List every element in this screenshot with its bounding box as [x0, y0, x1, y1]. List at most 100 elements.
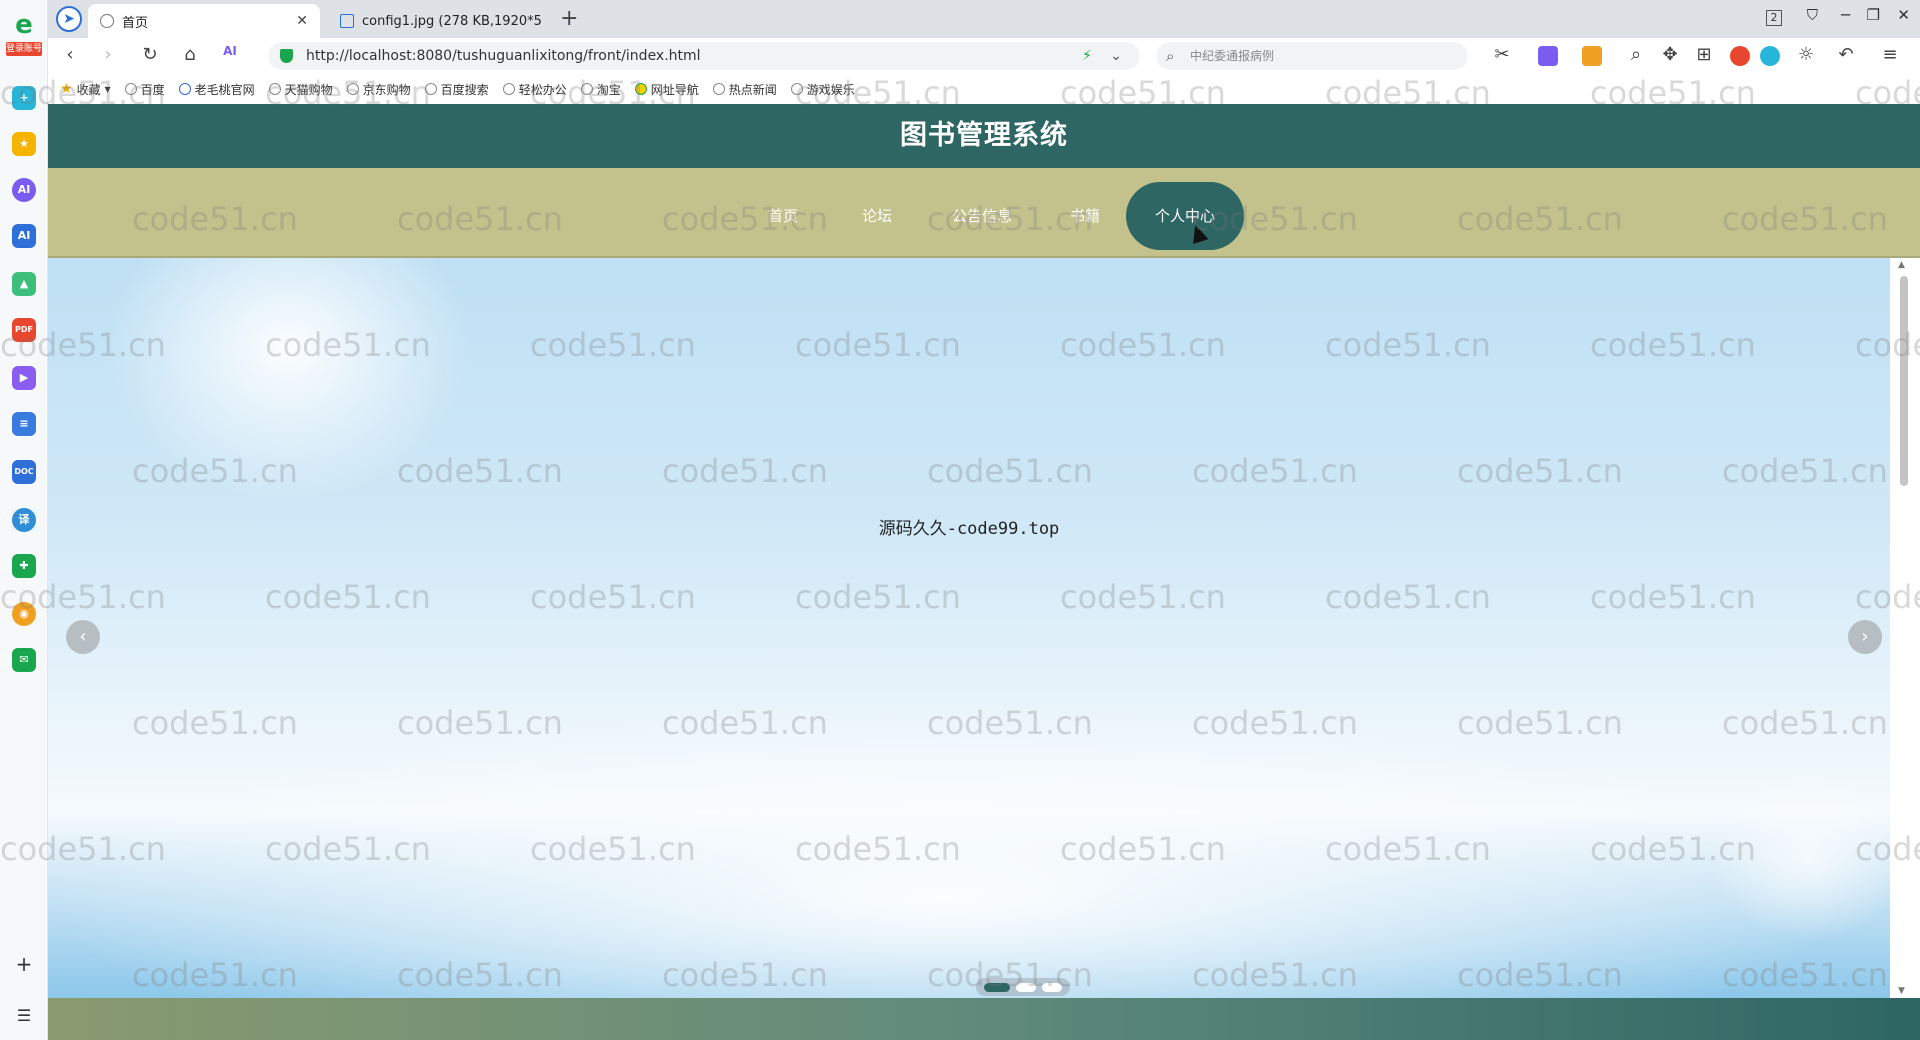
browser-ext-icon[interactable] — [1760, 46, 1780, 66]
tab-config-image[interactable]: config1.jpg (278 KB,1920*5 — [328, 4, 560, 38]
grid-icon[interactable]: ⊞ — [1692, 44, 1716, 65]
home-button[interactable]: ⌂ — [178, 44, 202, 65]
bookmark-item[interactable]: 百度 — [124, 81, 165, 98]
scissors-icon[interactable]: ✂ — [1490, 44, 1514, 65]
bookmark-item[interactable]: 老毛桃官网 — [178, 81, 255, 98]
close-tab-icon[interactable]: ✕ — [296, 13, 308, 29]
browser-logo[interactable]: e 登录账号 — [6, 10, 42, 56]
ai-box-icon[interactable]: AI — [12, 224, 36, 248]
bookmark-item[interactable]: 百度搜索 — [424, 81, 489, 98]
globe-icon — [712, 83, 725, 95]
globe-icon — [268, 83, 281, 95]
doc-icon[interactable]: DOC — [12, 460, 36, 484]
nav-item-home[interactable]: 首页 — [748, 182, 818, 250]
shield-ext-icon[interactable] — [1582, 46, 1602, 66]
list-icon[interactable]: ☰ — [12, 1004, 36, 1028]
image-icon[interactable]: ▲ — [12, 272, 36, 296]
menu-icon[interactable]: ≡ — [1878, 44, 1902, 65]
navigate-icon[interactable]: ➤ — [56, 6, 82, 32]
nav-item-forum[interactable]: 论坛 — [842, 182, 912, 250]
carousel-prev-button[interactable]: ‹ — [66, 620, 100, 654]
star-icon: ★ — [60, 81, 73, 97]
bookmark-item[interactable]: 网址导航 — [634, 81, 699, 98]
reload-button[interactable]: ↻ — [138, 44, 162, 65]
baidu-icon — [124, 83, 137, 95]
site-title: 图书管理系统 — [48, 104, 1920, 168]
page-scrollbar[interactable]: ▲ ▼ — [1890, 258, 1920, 998]
login-tag[interactable]: 登录账号 — [6, 42, 42, 56]
site-icon — [178, 83, 191, 95]
nav-item-personal-center[interactable]: 个人中心 — [1126, 182, 1244, 250]
plus-circle-icon[interactable]: + — [12, 86, 36, 110]
bookmark-item[interactable]: 天猫购物 — [268, 81, 333, 98]
restore-button[interactable]: ❐ — [1867, 6, 1880, 24]
zoom-icon[interactable]: ⌕ — [1624, 44, 1648, 65]
nav-site-icon — [634, 83, 647, 95]
bookmark-item[interactable]: 游戏娱乐 — [790, 81, 855, 98]
video-icon[interactable]: ▶ — [12, 366, 36, 390]
scroll-up-icon[interactable]: ▲ — [1898, 260, 1905, 270]
tab-home[interactable]: 首页 ✕ — [88, 4, 320, 38]
close-window-button[interactable]: ✕ — [1897, 6, 1910, 24]
banner-text: 源码久久-code99.top — [878, 519, 1060, 539]
carousel-dot[interactable] — [984, 982, 1010, 992]
bookmark-item[interactable]: 淘宝 — [580, 81, 621, 98]
translate-icon[interactable]: 译 — [12, 508, 36, 532]
url-text: http://localhost:8080/tushuguanlixitong/… — [306, 48, 701, 64]
lightning-icon[interactable]: ⚡ — [1082, 42, 1092, 70]
carousel-dot[interactable] — [1016, 982, 1036, 992]
nav-item-announcements[interactable]: 公告信息 — [934, 182, 1030, 250]
pdf-icon[interactable]: PDF — [12, 318, 36, 342]
ai-button[interactable]: AI — [218, 44, 242, 58]
back-button[interactable]: ‹ — [58, 44, 82, 65]
extensions-icon[interactable]: ✥ — [1658, 44, 1682, 65]
chevron-down-icon: ▾ — [104, 82, 111, 96]
add-icon[interactable]: + — [12, 952, 36, 976]
game-icon[interactable]: ✚ — [12, 554, 36, 578]
globe-icon — [502, 83, 515, 95]
forward-button[interactable]: › — [96, 44, 120, 65]
carousel-dot[interactable] — [1042, 982, 1062, 992]
globe-icon — [580, 83, 593, 95]
bookmark-item[interactable]: 轻松办公 — [502, 81, 567, 98]
scrollbar-thumb[interactable] — [1900, 276, 1908, 486]
minimize-button[interactable]: ─ — [1841, 6, 1850, 24]
carousel-indicators — [976, 978, 1070, 996]
bookmark-item[interactable]: 京东购物 — [346, 81, 411, 98]
brightness-icon[interactable]: ☼ — [1794, 44, 1818, 65]
undo-icon[interactable]: ↶ — [1834, 44, 1858, 65]
tab-title: config1.jpg (278 KB,1920*5 — [362, 13, 542, 29]
globe-icon — [424, 83, 437, 95]
web-page: 图书管理系统 首页 论坛 公告信息 书籍 个人中心 源码久久-code99.to… — [48, 104, 1920, 1040]
globe-icon — [790, 83, 803, 95]
ai-icon[interactable]: AI — [12, 178, 36, 202]
mail-icon[interactable]: ✉ — [12, 648, 36, 672]
star-icon[interactable]: ★ — [12, 132, 36, 156]
browser-logo-icon: e — [15, 10, 33, 40]
color-ext-icon[interactable] — [1730, 46, 1750, 66]
tab-count-badge[interactable]: 2 — [1766, 10, 1782, 26]
globe-icon — [346, 83, 359, 95]
search-box[interactable]: ⌕ 中纪委通报病例 — [1156, 42, 1468, 70]
note-icon[interactable]: ≡ — [12, 412, 36, 436]
address-bar[interactable]: http://localhost:8080/tushuguanlixitong/… — [268, 42, 1140, 70]
shirt-icon[interactable]: ⛉ — [1807, 6, 1818, 24]
weibo-icon[interactable]: ◉ — [12, 602, 36, 626]
search-icon: ⌕ — [1166, 47, 1175, 65]
banner-carousel[interactable]: 源码久久-code99.top ‹ › — [48, 258, 1890, 998]
search-placeholder: 中纪委通报病例 — [1190, 49, 1275, 63]
secure-shield-icon — [280, 49, 293, 63]
tab-strip: ➤ 首页 ✕ config1.jpg (278 KB,1920*5 + 2 ⛉ … — [48, 0, 1920, 38]
scroll-down-icon[interactable]: ▼ — [1898, 986, 1905, 996]
translate-ext-icon[interactable] — [1538, 46, 1558, 66]
bookmark-item[interactable]: 热点新闻 — [712, 81, 777, 98]
carousel-next-button[interactable]: › — [1848, 620, 1882, 654]
nav-item-books[interactable]: 书籍 — [1050, 182, 1120, 250]
new-tab-button[interactable]: + — [560, 6, 578, 31]
bookmark-favorites[interactable]: ★ 收藏 ▾ — [60, 81, 111, 98]
tab-title: 首页 — [122, 15, 149, 31]
image-file-icon — [340, 14, 354, 28]
main-nav: 首页 论坛 公告信息 书籍 个人中心 — [48, 168, 1920, 258]
bookmarks-bar: ★ 收藏 ▾ 百度 老毛桃官网 天猫购物 京东购物 百度搜索 轻松办公 淘宝 网址导… — [48, 74, 1920, 104]
chevron-down-icon[interactable]: ⌄ — [1110, 42, 1122, 70]
